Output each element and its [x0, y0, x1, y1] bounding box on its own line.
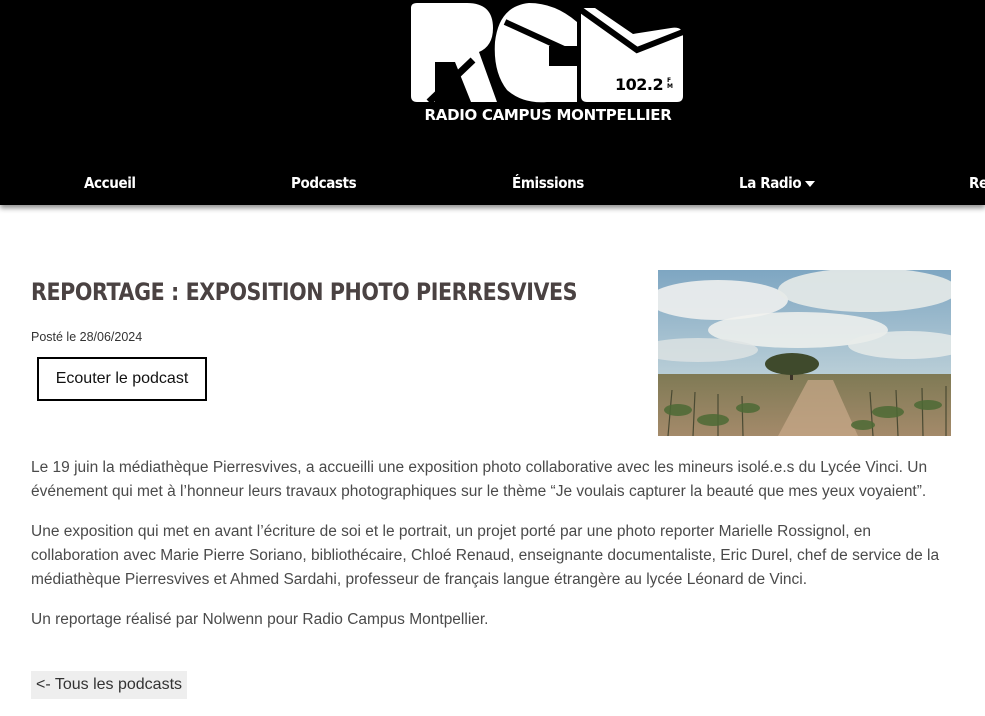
post-date: Posté le 28/06/2024 — [31, 330, 143, 344]
article-paragraph: Une exposition qui met en avant l’écritu… — [31, 523, 940, 588]
nav-item-truncated[interactable]: Re — [969, 174, 985, 192]
site-header: 102.2 FM RADIO CAMPUS MONTPELLIER Accuei… — [0, 0, 985, 205]
site-logo[interactable]: 102.2 FM RADIO CAMPUS MONTPELLIER — [409, 2, 687, 130]
main-nav: Accueil Podcasts Émissions La Radio Re — [0, 170, 985, 200]
nav-item-la-radio[interactable]: La Radio — [739, 174, 816, 192]
logo-fm-unit: FM — [667, 77, 673, 90]
nav-item-accueil[interactable]: Accueil — [84, 174, 136, 192]
logo-station-name: RADIO CAMPUS MONTPELLIER — [424, 106, 672, 124]
back-to-podcasts-link[interactable]: <- Tous les podcasts — [31, 671, 188, 699]
article-title: REPORTAGE : EXPOSITION PHOTO PIERRESVIVE… — [31, 278, 578, 306]
article-paragraph: Le 19 juin la médiathèque Pierresvives, … — [31, 459, 928, 500]
article-paragraph: Un reportage réalisé par Nolwenn pour Ra… — [31, 611, 489, 628]
nav-item-la-radio-label: La Radio — [739, 174, 802, 192]
article-photo — [658, 270, 951, 436]
logo-frequency: 102.2 — [615, 75, 664, 94]
caret-down-icon — [805, 180, 816, 187]
nav-item-emissions[interactable]: Émissions — [512, 174, 584, 192]
listen-podcast-button[interactable]: Ecouter le podcast — [37, 357, 207, 401]
nav-item-podcasts[interactable]: Podcasts — [291, 174, 357, 192]
